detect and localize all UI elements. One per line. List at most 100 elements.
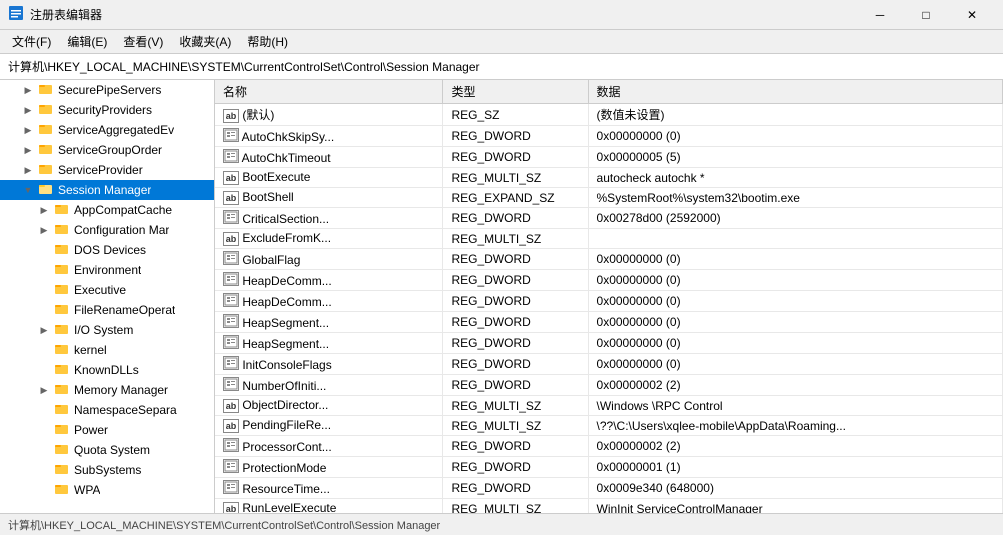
- menu-help[interactable]: 帮助(H): [239, 31, 296, 53]
- tree-item-executive[interactable]: Executive: [0, 280, 214, 300]
- reg-name-cell: ProtectionMode: [215, 457, 443, 478]
- tree-item-power[interactable]: Power: [0, 420, 214, 440]
- tree-item-serviceprovider[interactable]: ▶ ServiceProvider: [0, 160, 214, 180]
- expand-icon-memorymanager[interactable]: ▶: [36, 382, 52, 398]
- menu-file[interactable]: 文件(F): [4, 31, 59, 53]
- reg-data-cell: 0x00000000 (0): [588, 333, 1002, 354]
- table-row[interactable]: HeapSegment...REG_DWORD0x00000000 (0): [215, 333, 1003, 354]
- reg-data-cell: \Windows \RPC Control: [588, 396, 1002, 416]
- expand-icon-configurationmar[interactable]: ▶: [36, 222, 52, 238]
- reg-type-cell: REG_DWORD: [443, 478, 588, 499]
- expand-icon-securityproviders[interactable]: ▶: [20, 102, 36, 118]
- reg-name: BootExecute: [239, 170, 310, 184]
- reg-type-cell: REG_MULTI_SZ: [443, 416, 588, 436]
- reg-data-cell: 0x00000000 (0): [588, 291, 1002, 312]
- col-header-name[interactable]: 名称: [215, 80, 443, 104]
- table-row[interactable]: AutoChkTimeoutREG_DWORD0x00000005 (5): [215, 147, 1003, 168]
- table-row[interactable]: ProcessorCont...REG_DWORD0x00000002 (2): [215, 436, 1003, 457]
- col-header-data[interactable]: 数据: [588, 80, 1002, 104]
- tree-item-namespaceSepara[interactable]: NamespaceSepara: [0, 400, 214, 420]
- table-row[interactable]: ab ExcludeFromK...REG_MULTI_SZ: [215, 229, 1003, 249]
- tree-label-environment: Environment: [74, 263, 141, 277]
- menu-view[interactable]: 查看(V): [115, 31, 171, 53]
- reg-name-cell: ResourceTime...: [215, 478, 443, 499]
- tree-label-namespaceSepara: NamespaceSepara: [74, 403, 177, 417]
- close-button[interactable]: ✕: [949, 0, 995, 30]
- table-row[interactable]: ab ObjectDirector...REG_MULTI_SZ\Windows…: [215, 396, 1003, 416]
- table-row[interactable]: ResourceTime...REG_DWORD0x0009e340 (6480…: [215, 478, 1003, 499]
- expand-icon-servicegrouporder[interactable]: ▶: [20, 142, 36, 158]
- table-row[interactable]: ab RunLevelExecuteREG_MULTI_SZWinInit Se…: [215, 499, 1003, 514]
- tree-item-servicegrouporder[interactable]: ▶ ServiceGroupOrder: [0, 140, 214, 160]
- tree-item-quotasystem[interactable]: Quota System: [0, 440, 214, 460]
- folder-icon-securepipeservers: [39, 83, 55, 97]
- reg-data-cell: 0x00000000 (0): [588, 126, 1002, 147]
- col-header-type[interactable]: 类型: [443, 80, 588, 104]
- reg-data-cell: 0x00000000 (0): [588, 270, 1002, 291]
- tree-item-subsystems[interactable]: SubSystems: [0, 460, 214, 480]
- folder-icon-executive: [55, 283, 71, 297]
- tree-item-kernel[interactable]: kernel: [0, 340, 214, 360]
- expand-icon-appcompatcache[interactable]: ▶: [36, 202, 52, 218]
- tree-item-securityproviders[interactable]: ▶ SecurityProviders: [0, 100, 214, 120]
- tree-item-serviceaggregatedev[interactable]: ▶ ServiceAggregatedEv: [0, 120, 214, 140]
- reg-name-cell: ab RunLevelExecute: [215, 499, 443, 514]
- table-row[interactable]: ab PendingFileRe...REG_MULTI_SZ\??\C:\Us…: [215, 416, 1003, 436]
- table-row[interactable]: HeapSegment...REG_DWORD0x00000000 (0): [215, 312, 1003, 333]
- tree-panel[interactable]: ▶ SecurePipeServers ▶ SecurityProviders …: [0, 80, 215, 513]
- table-row[interactable]: ab BootExecuteREG_MULTI_SZautocheck auto…: [215, 168, 1003, 188]
- expand-icon-sessionmanager[interactable]: ▼: [20, 182, 36, 198]
- reg-name: GlobalFlag: [239, 253, 300, 267]
- reg-data-cell: (数值未设置): [588, 104, 1002, 126]
- table-row[interactable]: ab BootShellREG_EXPAND_SZ%SystemRoot%\sy…: [215, 188, 1003, 208]
- expand-icon-securepipeservers[interactable]: ▶: [20, 82, 36, 98]
- menu-edit[interactable]: 编辑(E): [59, 31, 115, 53]
- tree-item-sessionmanager[interactable]: ▼ Session Manager: [0, 180, 214, 200]
- tree-label-configurationmar: Configuration Mar: [74, 223, 169, 237]
- reg-name: AutoChkSkipSy...: [239, 130, 334, 144]
- table-row[interactable]: ProtectionModeREG_DWORD0x00000001 (1): [215, 457, 1003, 478]
- table-row[interactable]: CriticalSection...REG_DWORD0x00278d00 (2…: [215, 208, 1003, 229]
- table-row[interactable]: HeapDeComm...REG_DWORD0x00000000 (0): [215, 270, 1003, 291]
- tree-item-knowndlls[interactable]: KnownDLLs: [0, 360, 214, 380]
- reg-name: ObjectDirector...: [239, 398, 328, 412]
- reg-data-cell: 0x00000002 (2): [588, 436, 1002, 457]
- folder-icon-iosystem: [55, 323, 71, 337]
- tree-item-dosdevices[interactable]: DOS Devices: [0, 240, 214, 260]
- expand-icon-serviceaggregatedev[interactable]: ▶: [20, 122, 36, 138]
- reg-name-cell: AutoChkSkipSy...: [215, 126, 443, 147]
- tree-item-environment[interactable]: Environment: [0, 260, 214, 280]
- maximize-button[interactable]: □: [903, 0, 949, 30]
- menu-favorites[interactable]: 收藏夹(A): [171, 31, 239, 53]
- expand-icon-serviceprovider[interactable]: ▶: [20, 162, 36, 178]
- folder-icon-quotasystem: [55, 443, 71, 457]
- tree-label-securityproviders: SecurityProviders: [58, 103, 152, 117]
- tree-item-appcompatcache[interactable]: ▶ AppCompatCache: [0, 200, 214, 220]
- reg-data-cell: 0x00000000 (0): [588, 249, 1002, 270]
- table-row[interactable]: AutoChkSkipSy...REG_DWORD0x00000000 (0): [215, 126, 1003, 147]
- reg-type-cell: REG_DWORD: [443, 375, 588, 396]
- tree-item-filerenameOperat[interactable]: FileRenameOperat: [0, 300, 214, 320]
- minimize-button[interactable]: ─: [857, 0, 903, 30]
- table-row[interactable]: HeapDeComm...REG_DWORD0x00000000 (0): [215, 291, 1003, 312]
- tree-item-iosystem[interactable]: ▶ I/O System: [0, 320, 214, 340]
- reg-type-cell: REG_DWORD: [443, 147, 588, 168]
- reg-name-cell: InitConsoleFlags: [215, 354, 443, 375]
- reg-name: ProcessorCont...: [239, 440, 332, 454]
- table-row[interactable]: InitConsoleFlagsREG_DWORD0x00000000 (0): [215, 354, 1003, 375]
- table-row[interactable]: ab (默认)REG_SZ(数值未设置): [215, 104, 1003, 126]
- tree-item-securepipeservers[interactable]: ▶ SecurePipeServers: [0, 80, 214, 100]
- reg-data-cell: 0x0009e340 (648000): [588, 478, 1002, 499]
- reg-type-cell: REG_DWORD: [443, 249, 588, 270]
- expand-icon-iosystem[interactable]: ▶: [36, 322, 52, 338]
- tree-item-configurationmar[interactable]: ▶ Configuration Mar: [0, 220, 214, 240]
- folder-icon-serviceaggregatedev: [39, 123, 55, 137]
- tree-label-quotasystem: Quota System: [74, 443, 150, 457]
- tree-item-memorymanager[interactable]: ▶ Memory Manager: [0, 380, 214, 400]
- reg-name-cell: ab (默认): [215, 104, 443, 126]
- tree-item-wpa[interactable]: WPA: [0, 480, 214, 500]
- table-row[interactable]: NumberOfIniti...REG_DWORD0x00000002 (2): [215, 375, 1003, 396]
- table-row[interactable]: GlobalFlag REG_DWORD0x00000000 (0): [215, 249, 1003, 270]
- reg-type-cell: REG_MULTI_SZ: [443, 499, 588, 514]
- tree-label-serviceprovider: ServiceProvider: [58, 163, 143, 177]
